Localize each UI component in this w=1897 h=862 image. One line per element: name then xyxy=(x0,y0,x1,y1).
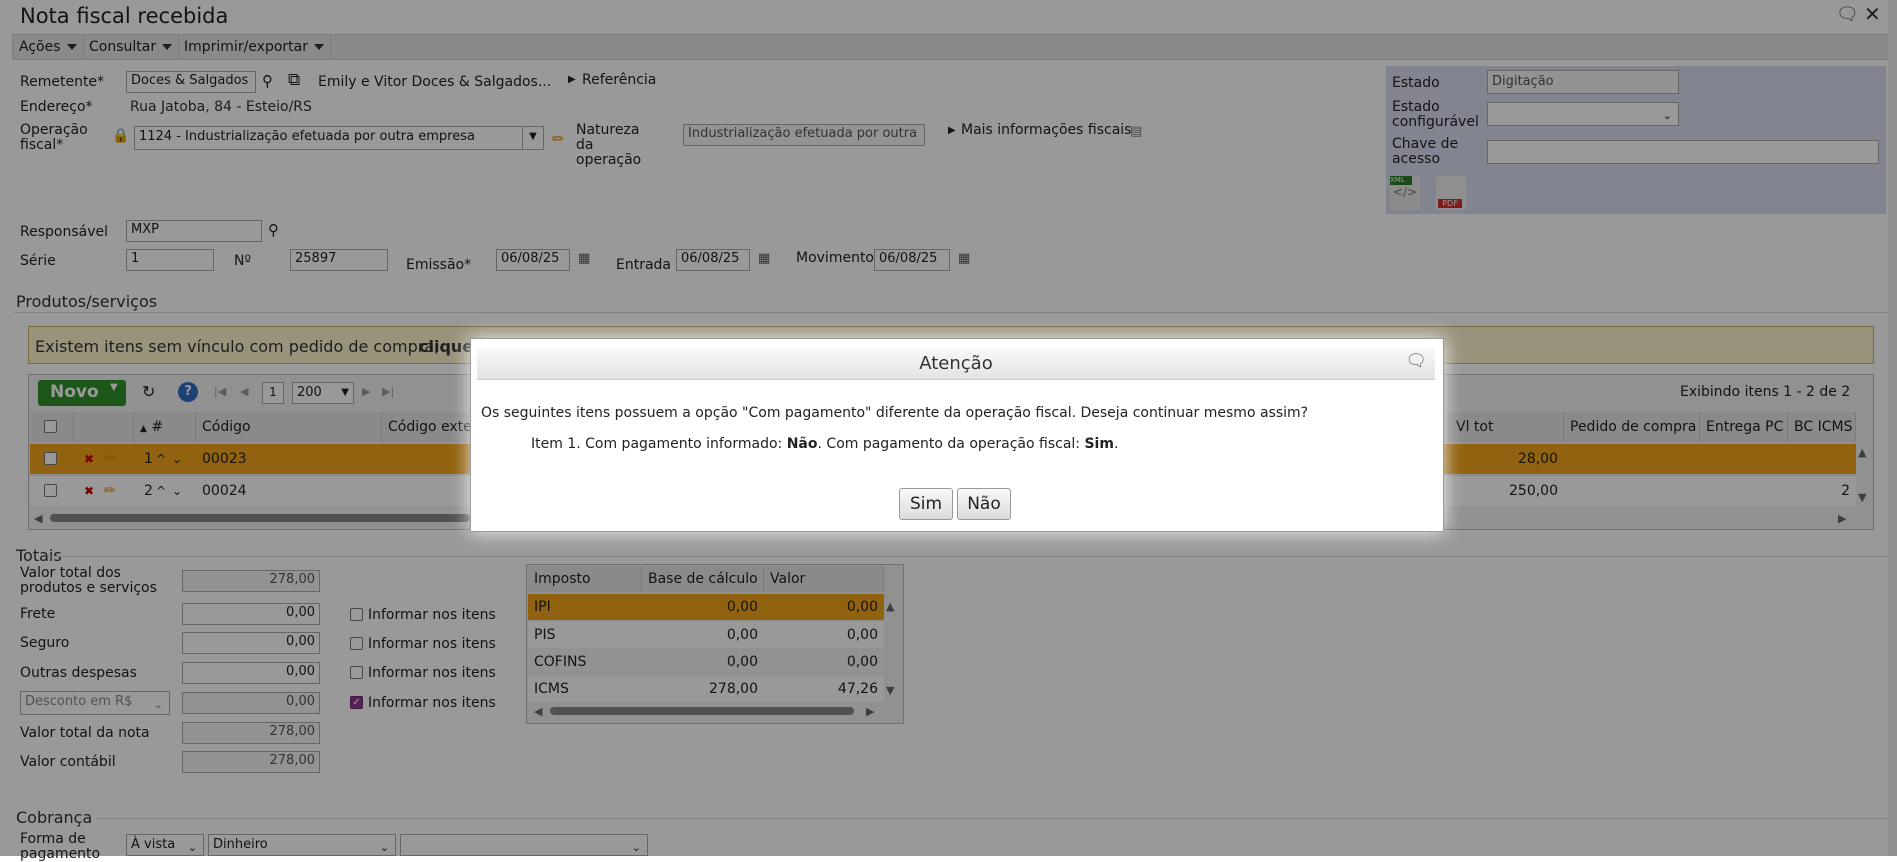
dialog-titlebar: Atenção 🗨 xyxy=(477,347,1435,380)
dialog-message: Os seguintes itens possuem a opção "Com … xyxy=(481,405,1309,421)
dialog-title: Atenção xyxy=(919,353,993,374)
attention-dialog: Atenção 🗨 Os seguintes itens possuem a o… xyxy=(470,338,1444,532)
yes-button[interactable]: Sim xyxy=(899,488,953,520)
item-middle: . Com pagamento da operação fiscal: xyxy=(817,436,1085,452)
item-suffix: . xyxy=(1113,436,1119,452)
dialog-item-line: Item 1. Com pagamento informado: Não. Co… xyxy=(531,436,1118,452)
comment-icon[interactable]: 🗨 xyxy=(1405,351,1427,371)
item-operacao: Sim xyxy=(1084,436,1114,452)
no-button[interactable]: Não xyxy=(957,488,1011,520)
item-prefix: Item 1. Com pagamento informado: xyxy=(531,436,787,452)
item-informado: Não xyxy=(786,436,818,452)
